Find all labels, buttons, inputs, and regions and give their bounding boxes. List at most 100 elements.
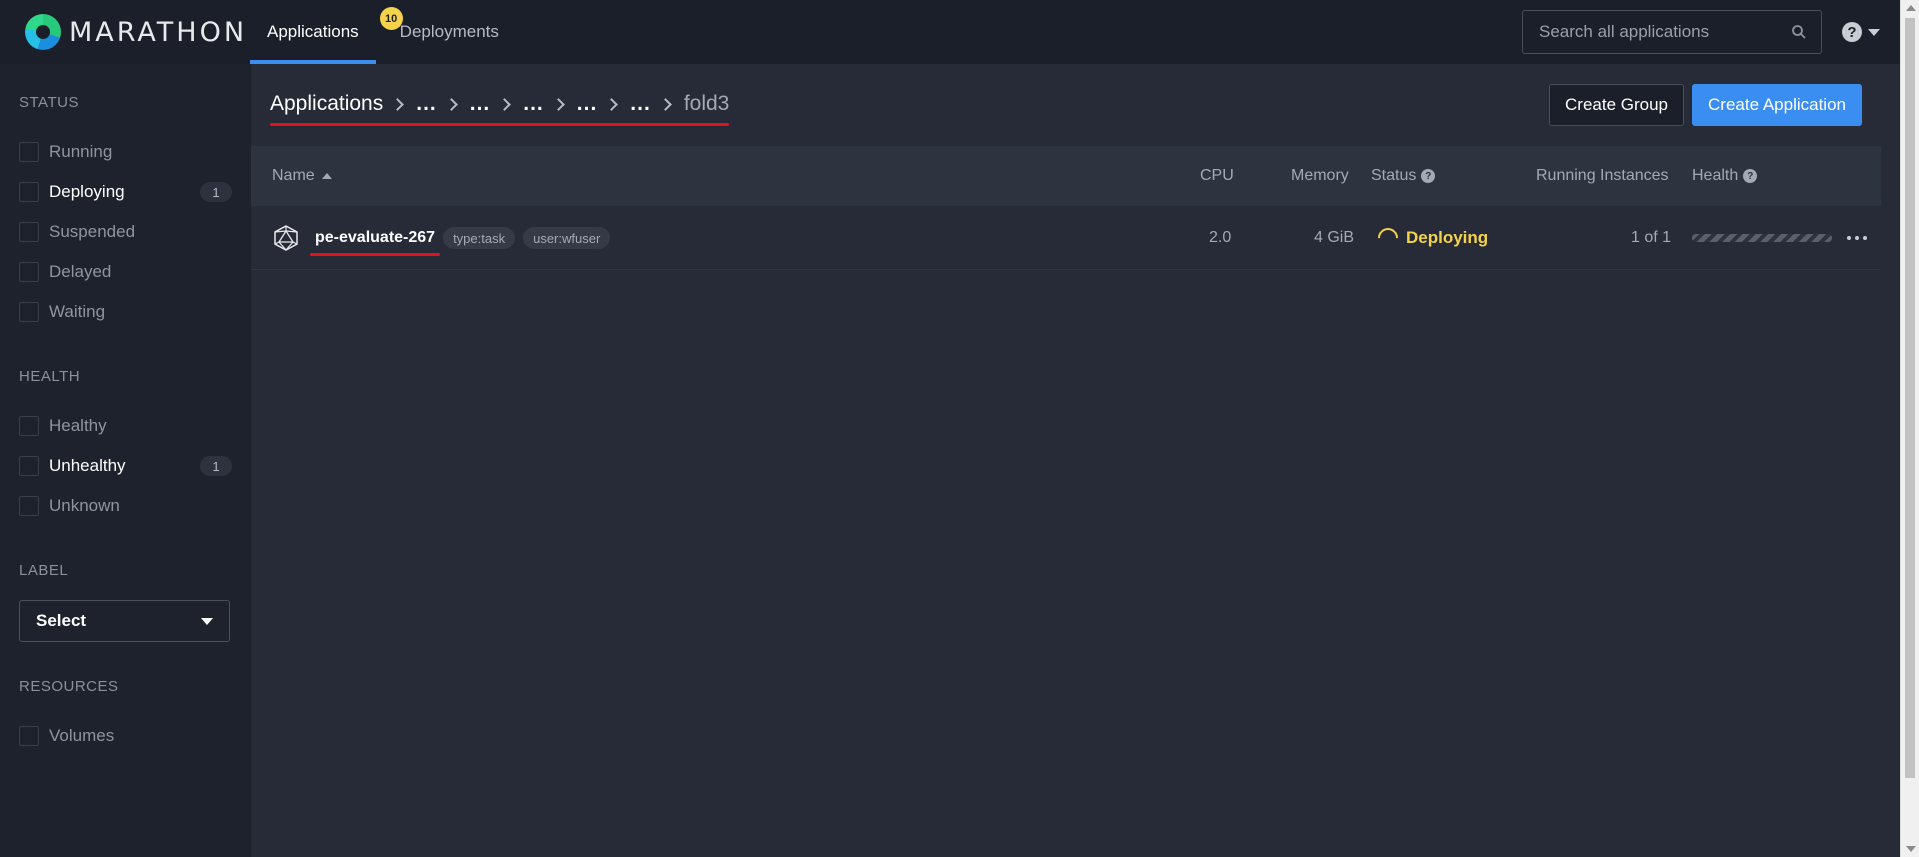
page-scrollbar[interactable]	[1900, 0, 1919, 857]
column-label: Name	[272, 167, 315, 184]
app-icosahedron-icon	[274, 225, 298, 251]
column-label: Memory	[1291, 167, 1349, 184]
chevron-right-icon	[551, 97, 565, 111]
column-label: Health	[1692, 167, 1739, 184]
chevron-down-icon	[201, 617, 213, 625]
column-cpu[interactable]: CPU	[1200, 167, 1234, 185]
label-filter-group: LABEL Select	[19, 562, 232, 642]
health-filter-group: HEALTH Healthy Unhealthy 1 Unknown	[19, 368, 232, 526]
breadcrumb-current: fold3	[683, 92, 730, 115]
column-running-instances[interactable]: Running Instances	[1536, 167, 1669, 185]
checkbox[interactable]	[19, 182, 39, 202]
health-bar	[1692, 234, 1832, 242]
app-name: MARATHON	[69, 16, 248, 48]
checkbox[interactable]	[19, 416, 39, 436]
status-filter-group: STATUS Running Deploying 1 Suspended Del…	[19, 94, 232, 332]
marathon-logo-icon	[25, 14, 61, 50]
column-label: CPU	[1200, 167, 1234, 184]
chevron-down-icon	[1868, 28, 1880, 36]
column-memory[interactable]: Memory	[1291, 167, 1349, 185]
breadcrumb-root[interactable]: Applications	[270, 92, 383, 116]
filter-unhealthy[interactable]: Unhealthy 1	[19, 446, 232, 486]
filter-suspended[interactable]: Suspended	[19, 212, 232, 252]
table-header: Name CPU Memory Status ? Running Instanc…	[251, 146, 1881, 206]
column-label: Status	[1371, 167, 1417, 184]
checkbox[interactable]	[19, 456, 39, 476]
chevron-right-icon	[605, 97, 619, 111]
tab-applications-label: Applications	[267, 22, 359, 41]
create-application-button[interactable]: Create Application	[1692, 84, 1862, 126]
app-name-wrapper: pe-evaluate-267	[310, 229, 441, 256]
red-annotation-underline	[310, 253, 441, 256]
filter-volumes[interactable]: Volumes	[19, 716, 232, 756]
checkbox[interactable]	[19, 222, 39, 242]
chevron-right-icon	[658, 97, 672, 111]
breadcrumb-collapsed[interactable]: ...	[416, 92, 437, 116]
question-circle-icon[interactable]: ?	[1743, 169, 1758, 183]
filter-label: Running	[49, 142, 113, 161]
memory-cell: 4 GiB	[1314, 229, 1355, 246]
tab-applications[interactable]: Applications	[250, 0, 376, 64]
search-input[interactable]	[1523, 22, 1783, 42]
table-row[interactable]: pe-evaluate-267 type:task user:wfuser 2.…	[251, 206, 1881, 270]
breadcrumb-collapsed[interactable]: ...	[470, 92, 491, 116]
sort-ascending-icon	[321, 173, 332, 179]
filter-label: Delayed	[49, 262, 112, 281]
breadcrumb-collapsed[interactable]: ...	[630, 92, 651, 116]
question-circle-icon[interactable]: ?	[1421, 169, 1436, 183]
filter-running[interactable]: Running	[19, 132, 232, 172]
breadcrumb-collapsed[interactable]: ...	[577, 92, 598, 116]
question-circle-icon: ?	[1842, 22, 1862, 42]
marathon-logo[interactable]: MARATHON	[0, 0, 250, 64]
checkbox[interactable]	[19, 496, 39, 516]
filter-deploying[interactable]: Deploying 1	[19, 172, 232, 212]
applications-table: Name CPU Memory Status ? Running Instanc…	[251, 146, 1881, 270]
scroll-down-icon[interactable]	[1906, 846, 1916, 852]
running-instances-cell: 1 of 1	[1631, 229, 1672, 246]
label-tag[interactable]: user:wfuser	[523, 227, 611, 249]
filter-unknown[interactable]: Unknown	[19, 486, 232, 526]
red-annotation-underline	[270, 123, 730, 126]
label-tag[interactable]: type:task	[443, 227, 516, 249]
breadcrumb-collapsed[interactable]: ...	[523, 92, 544, 116]
scrollbar-thumb[interactable]	[1905, 18, 1915, 778]
filter-waiting[interactable]: Waiting	[19, 292, 232, 332]
filter-label: Unhealthy	[49, 456, 126, 475]
health-heading: HEALTH	[19, 368, 81, 385]
cpu-cell: 2.0	[1209, 229, 1232, 246]
tab-deployments-label: Deployments	[399, 22, 499, 41]
label-select-value: Select	[36, 611, 87, 630]
app-name-link[interactable]: pe-evaluate-267	[315, 229, 435, 246]
checkbox[interactable]	[19, 142, 39, 162]
app-name-cell: pe-evaluate-267 type:task user:wfuser	[272, 206, 611, 270]
label-heading: LABEL	[19, 562, 69, 579]
more-options-icon[interactable]	[1847, 236, 1867, 240]
count-badge: 1	[200, 182, 232, 202]
page-header: Applications ... ... ... ... ... fold3 C…	[251, 64, 1881, 146]
column-name[interactable]: Name	[272, 167, 332, 185]
checkbox[interactable]	[19, 262, 39, 282]
breadcrumb: Applications ... ... ... ... ... fold3	[270, 92, 730, 126]
chevron-right-icon	[498, 97, 512, 111]
filter-label: Unknown	[49, 496, 120, 515]
resources-filter-group: RESOURCES Volumes	[19, 678, 232, 756]
label-select[interactable]: Select	[19, 600, 230, 642]
filter-label: Suspended	[49, 222, 136, 241]
resources-heading: RESOURCES	[19, 678, 119, 695]
scroll-up-icon[interactable]	[1906, 5, 1916, 11]
column-status[interactable]: Status ?	[1371, 167, 1436, 185]
checkbox[interactable]	[19, 302, 39, 322]
deploying-spinner-icon	[1373, 223, 1403, 253]
tab-deployments[interactable]: 10 Deployments	[379, 0, 516, 64]
row-actions[interactable]	[1847, 206, 1867, 270]
top-navbar: MARATHON Applications 10 Deployments ?	[0, 0, 1900, 64]
checkbox[interactable]	[19, 726, 39, 746]
filter-delayed[interactable]: Delayed	[19, 252, 232, 292]
filter-healthy[interactable]: Healthy	[19, 406, 232, 446]
main-content: Applications ... ... ... ... ... fold3 C…	[251, 64, 1881, 270]
help-menu[interactable]: ?	[1842, 22, 1880, 42]
create-group-button[interactable]: Create Group	[1549, 84, 1685, 126]
column-health[interactable]: Health ?	[1692, 167, 1758, 185]
filter-label: Deploying	[49, 182, 125, 201]
search-icon[interactable]	[1791, 24, 1807, 40]
